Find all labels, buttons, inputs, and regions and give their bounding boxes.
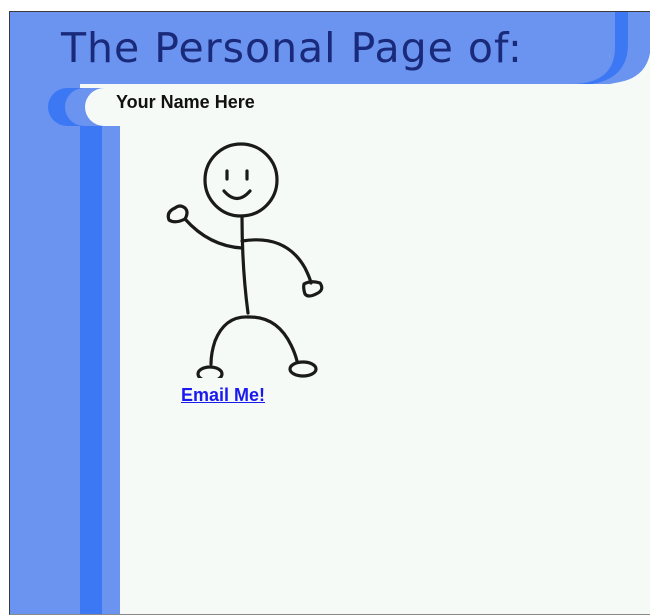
stick-figure-waving-icon <box>166 142 324 378</box>
owner-name: Your Name Here <box>116 92 255 112</box>
email-me-link[interactable]: Email Me! <box>181 385 265 406</box>
page-title: The Personal Page of: <box>61 24 523 72</box>
page-frame: The Personal Page of: Your Name Here Ema… <box>9 11 650 615</box>
